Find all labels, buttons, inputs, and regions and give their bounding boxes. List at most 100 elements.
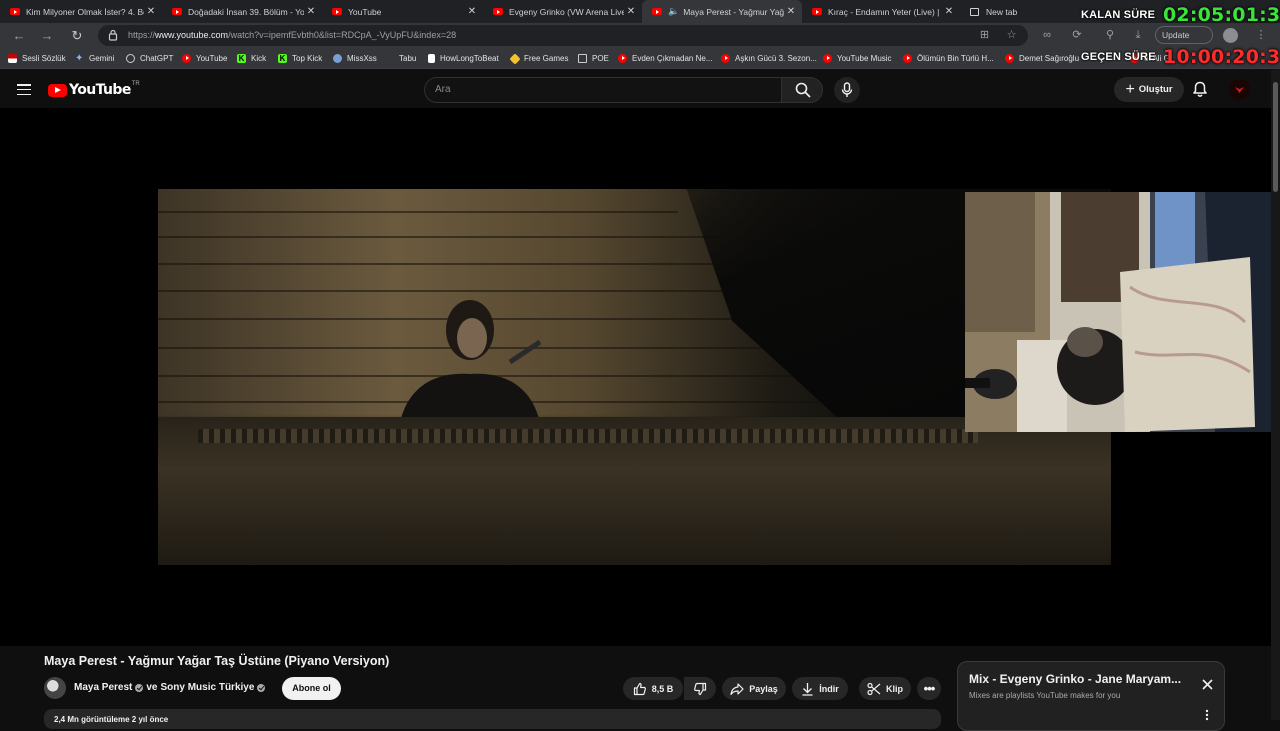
close-icon[interactable]: ✕ (144, 6, 158, 17)
forward-arrow-icon[interactable]: → (38, 27, 56, 45)
menu-icon[interactable] (17, 84, 31, 96)
bookmark-askin-gucu[interactable]: Aşkın Gücü 3. Sezon... (721, 52, 817, 65)
youtube-icon (721, 54, 730, 63)
like-button[interactable]: 8,5 B (623, 677, 683, 700)
bookmark-olumun-bin-turlu[interactable]: Ölümün Bin Türlü H... (903, 52, 994, 65)
install-app-icon[interactable]: ⊞ (978, 29, 991, 42)
youtube-icon (493, 8, 503, 15)
webcam-scene (965, 192, 1271, 432)
bookmark-youtube[interactable]: YouTube (182, 52, 227, 65)
verified-badge-icon (257, 683, 266, 692)
url-text: https://www.youtube.com/watch?v=ipemfEvb… (128, 30, 457, 40)
scrollbar-thumb[interactable] (1273, 82, 1278, 192)
description-box[interactable]: 2,4 Mn görüntüleme 2 yıl önce (44, 709, 941, 729)
youtube-music-icon (823, 54, 832, 63)
site-info-icon[interactable] (108, 29, 118, 41)
bookmark-howlongtobeat[interactable]: HowLongToBeat (428, 52, 499, 65)
tab-title: Kıraç - Endamın Yeter (Live) | (OFF (828, 6, 942, 17)
elapsed-time-value: 10:00:20:37 (1163, 46, 1280, 68)
bookmark-youtube-music[interactable]: YouTube Music (823, 52, 892, 65)
voice-search-button[interactable] (834, 77, 860, 103)
youtube-play-icon (48, 83, 67, 97)
search-button[interactable] (781, 77, 823, 103)
extension-icon[interactable]: ∞ (1040, 28, 1054, 42)
clip-label: Klip (886, 683, 903, 694)
tab-title: Doğadaki İnsan 39. Bölüm - YouTube (188, 6, 304, 17)
bookmark-demet-sagiroglu[interactable]: Demet Sağıroğlu (1005, 52, 1079, 65)
tab-7[interactable]: New tab (960, 0, 1070, 23)
video-title: Maya Perest - Yağmur Yağar Taş Üstüne (P… (44, 654, 390, 668)
channel-name[interactable]: Maya Perest ve Sony Music Türkiye (74, 682, 266, 693)
close-icon[interactable]: ✕ (624, 6, 638, 17)
channel-name-text[interactable]: Maya Perest (74, 682, 132, 693)
bookmark-icon (333, 54, 342, 63)
youtube-icon (652, 8, 662, 15)
kick-icon: K (237, 54, 246, 63)
tab-5-active[interactable]: 🔈 Maya Perest - Yağmur Yağar ✕ (642, 0, 802, 23)
address-bar[interactable]: https://www.youtube.com/watch?v=ipemfEvb… (98, 25, 1028, 46)
kick-icon: K (278, 54, 287, 63)
share-button[interactable]: Paylaş (722, 677, 786, 700)
bookmark-gemini[interactable]: ✦ Gemini (75, 52, 114, 65)
more-vert-icon[interactable] (1205, 709, 1209, 721)
timer-overlay: KALAN SÜRE 02:05:01:36 GEÇEN SÜRE 10:00:… (1075, 0, 1280, 70)
youtube-logo[interactable]: YouTube TR (48, 81, 140, 98)
tab-3[interactable]: YouTube ✕ (322, 0, 483, 23)
remaining-time-label: KALAN SÜRE (1081, 9, 1156, 21)
collab-channel-name[interactable]: Sony Music Türkiye (161, 682, 255, 693)
notifications-bell-icon[interactable] (1192, 81, 1208, 98)
bookmark-icon (385, 54, 394, 63)
close-icon[interactable]: ✕ (942, 6, 956, 17)
youtube-icon (10, 8, 20, 15)
speaker-icon[interactable]: 🔈 (668, 6, 679, 17)
search-input[interactable] (435, 84, 765, 95)
channel-join-word: ve (146, 682, 158, 693)
bookmark-chatgpt[interactable]: ChatGPT (126, 52, 173, 65)
dislike-button[interactable] (684, 677, 716, 700)
video-player[interactable] (0, 108, 1271, 646)
more-actions-button[interactable]: ••• (917, 677, 941, 700)
search-box (424, 77, 782, 103)
close-icon[interactable] (1201, 678, 1214, 691)
tab-6[interactable]: Kıraç - Endamın Yeter (Live) | (OFF ✕ (802, 0, 960, 23)
create-button[interactable]: + Oluştur (1114, 77, 1184, 102)
account-avatar[interactable] (1229, 79, 1250, 100)
bookmark-tabu[interactable]: Tabu (385, 52, 416, 65)
country-code: TR (131, 81, 140, 87)
download-button[interactable]: İndir (792, 677, 848, 700)
youtube-icon (172, 8, 182, 15)
close-icon[interactable]: ✕ (465, 6, 479, 17)
download-label: İndir (819, 683, 839, 694)
tab-4[interactable]: Evgeny Grinko (VW Arena Live Pe ✕ (483, 0, 642, 23)
youtube-icon (812, 8, 822, 15)
search-icon (795, 82, 811, 98)
bookmark-missxss[interactable]: MissXss (333, 52, 377, 65)
clip-button[interactable]: Klip (859, 677, 911, 700)
more-horiz-icon: ••• (923, 680, 936, 696)
bookmark-top-kick[interactable]: K Top Kick (278, 52, 322, 65)
page-scrollbar[interactable] (1271, 70, 1280, 720)
tab-1[interactable]: Kim Milyoner Olmak İster? 4. Bölüm ✕ (0, 0, 162, 23)
newtab-icon (970, 7, 979, 16)
plus-icon: + (1125, 80, 1135, 98)
channel-avatar[interactable] (44, 677, 66, 699)
mix-title[interactable]: Mix - Evgeny Grinko - Jane Maryam... (969, 672, 1194, 686)
close-icon[interactable]: ✕ (784, 6, 798, 17)
tab-2[interactable]: Doğadaki İnsan 39. Bölüm - YouTube ✕ (162, 0, 322, 23)
subscribe-button[interactable]: Abone ol (282, 677, 341, 700)
reload-icon[interactable]: ↻ (68, 27, 86, 45)
youtube-wordmark: YouTube (69, 82, 131, 98)
star-icon[interactable]: ☆ (1005, 29, 1018, 42)
bookmark-free-games[interactable]: Free Games (509, 52, 568, 65)
back-arrow-icon[interactable]: ← (10, 27, 28, 45)
chatgpt-icon (126, 54, 135, 63)
youtube-icon (903, 54, 912, 63)
webcam-overlay (965, 192, 1271, 432)
bookmark-evden-cikmadan[interactable]: Evden Çıkmadan Ne... (618, 52, 712, 65)
tag-icon (509, 52, 521, 65)
bookmark-sesli-sozluk[interactable]: Sesli Sözlük (8, 52, 66, 65)
bookmark-kick[interactable]: K Kick (237, 52, 266, 65)
wall-slat (158, 263, 758, 265)
close-icon[interactable]: ✕ (304, 6, 318, 17)
bookmark-poe[interactable]: POE (578, 52, 609, 65)
